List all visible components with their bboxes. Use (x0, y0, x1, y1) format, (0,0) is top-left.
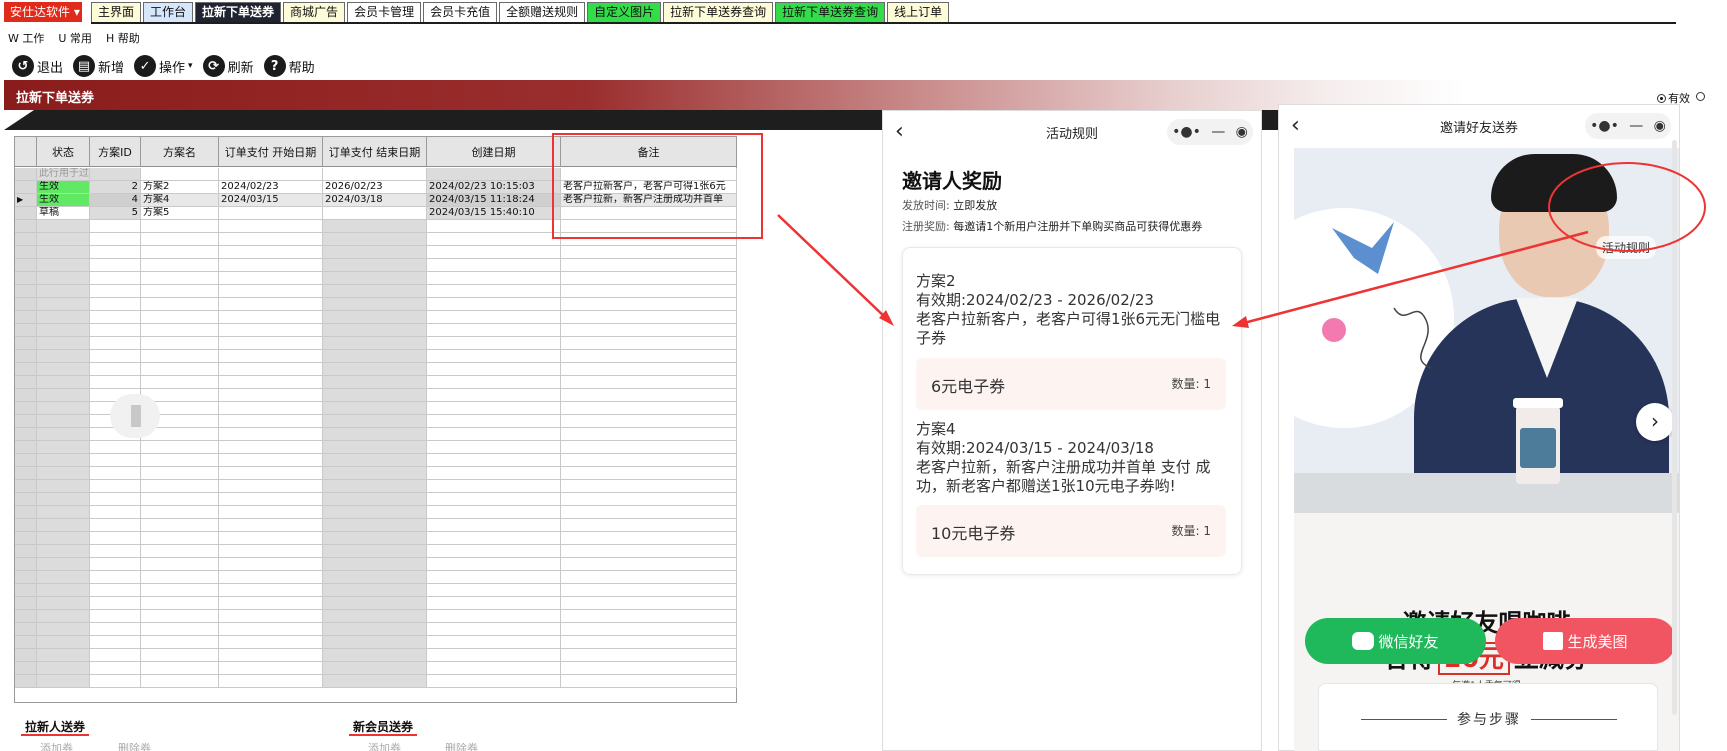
annotation-overlay (777, 162, 1706, 328)
arrow-from-rules-link (1239, 230, 1589, 326)
arrowhead-icon (1232, 316, 1249, 328)
app-window: 安仕达软件 ▾ 主界面 工作台 拉新下单送券 商城广告 会员卡管理 会员卡充值 … (0, 0, 1727, 751)
rules-highlight-ellipse (1548, 162, 1706, 252)
arrow-to-rules-phone (777, 214, 889, 321)
